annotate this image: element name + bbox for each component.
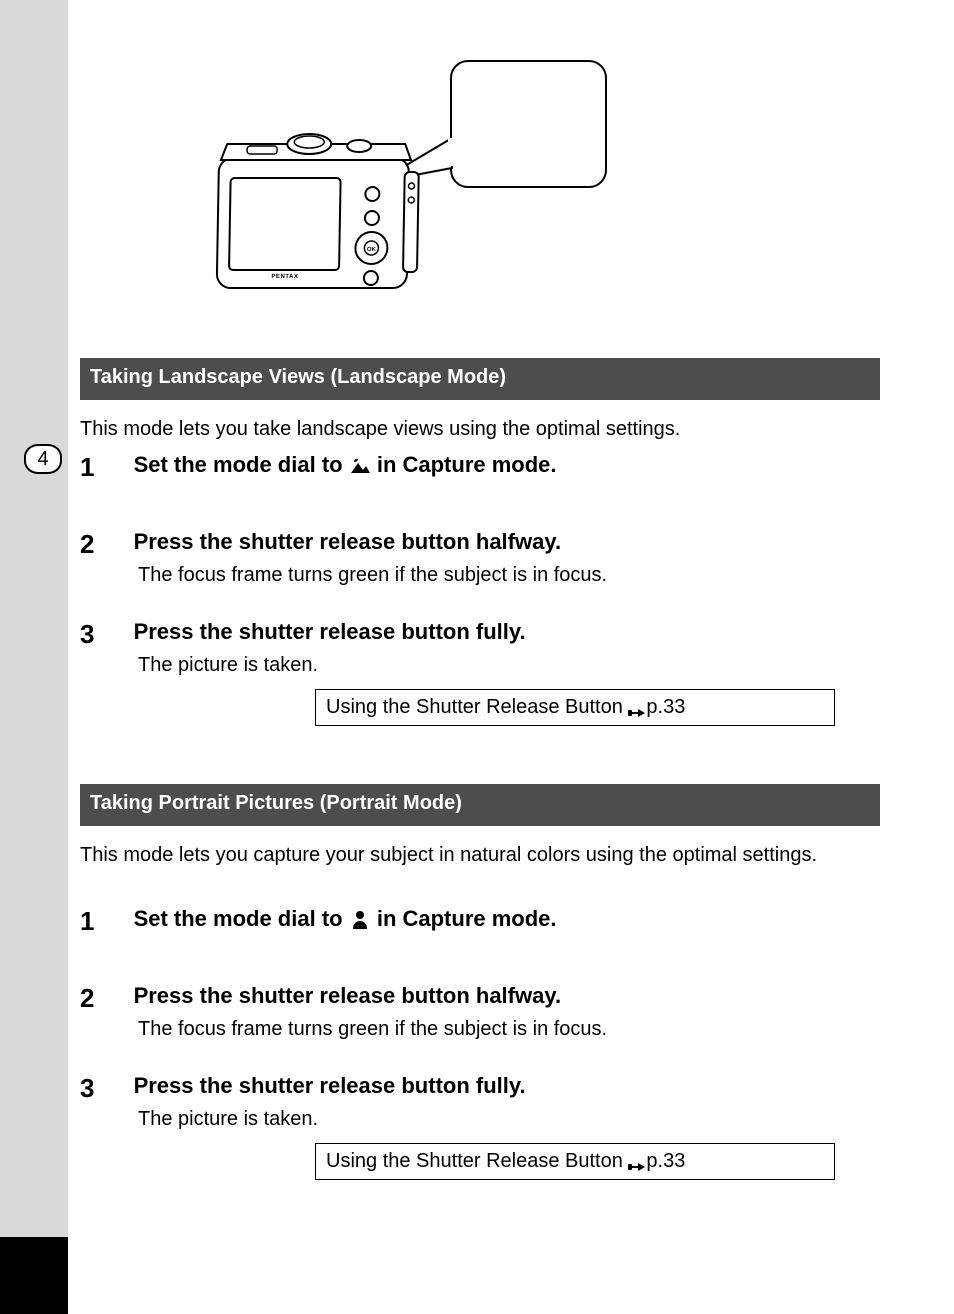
landscape-cross-ref: Using the Shutter Release Button p.33 (315, 689, 840, 726)
step-title: Press the shutter release button fully. (134, 1073, 526, 1098)
page-content: OK PENTAX (80, 0, 936, 1314)
landscape-step-3: 3 Press the shutter release button fully… (80, 617, 840, 679)
landscape-mode-icon (349, 455, 371, 477)
step-number: 1 (80, 450, 128, 485)
step-number: 2 (80, 527, 128, 562)
step-desc: The picture is taken. (138, 1106, 608, 1133)
callout-balloon (450, 60, 607, 188)
chapter-number-badge: 4 (24, 444, 62, 474)
portrait-cross-ref: Using the Shutter Release Button p.33 (315, 1143, 840, 1180)
landscape-section-title: Taking Landscape Views (Landscape Mode) (80, 358, 880, 400)
cross-ref-text: Using the Shutter Release Button (326, 1150, 623, 1172)
step-number: 3 (80, 1071, 128, 1106)
side-tab-grey (0, 0, 68, 1237)
portrait-step-2: 2 Press the shutter release button halfw… (80, 981, 840, 1043)
landscape-steps: 1 Set the mode dial to in Capture mode. (80, 450, 840, 726)
pointer-hand-icon (628, 1155, 646, 1169)
cross-ref-page: p.33 (646, 696, 685, 718)
portrait-intro: This mode lets you capture your subject … (80, 842, 870, 869)
cross-ref-text: Using the Shutter Release Button (326, 696, 623, 718)
cross-ref-box: Using the Shutter Release Button p.33 (315, 689, 835, 726)
portrait-step-3: 3 Press the shutter release button fully… (80, 1071, 840, 1133)
chapter-number: 4 (37, 448, 48, 470)
side-tab-black (0, 1237, 68, 1314)
step-desc: The focus frame turns green if the subje… (138, 1016, 608, 1043)
step-title-before: Set the mode dial to (134, 452, 349, 477)
pointer-hand-icon (628, 701, 646, 715)
step-number: 3 (80, 617, 128, 652)
step-title-before: Set the mode dial to (134, 906, 349, 931)
svg-text:PENTAX: PENTAX (271, 274, 298, 280)
step-title: Press the shutter release button fully. (134, 619, 526, 644)
portrait-mode-icon (349, 909, 371, 931)
portrait-step-1: 1 Set the mode dial to in Capture mode. (80, 904, 840, 939)
step-title-after: in Capture mode. (377, 906, 557, 931)
step-number: 2 (80, 981, 128, 1016)
portrait-steps: 1 Set the mode dial to in Capture mode. (80, 904, 840, 1180)
cross-ref-page: p.33 (646, 1150, 685, 1172)
portrait-section-title: Taking Portrait Pictures (Portrait Mode) (80, 784, 880, 826)
camera-illustration: OK PENTAX (210, 60, 610, 340)
step-title-after: in Capture mode. (377, 452, 557, 477)
step-title: Press the shutter release button halfway… (134, 529, 562, 554)
cross-ref-box: Using the Shutter Release Button p.33 (315, 1143, 835, 1180)
manual-page: 4 (0, 0, 954, 1314)
step-title: Set the mode dial to in Capture mode. (134, 906, 557, 931)
step-title: Press the shutter release button halfway… (134, 983, 562, 1008)
step-number: 1 (80, 904, 128, 939)
step-desc: The focus frame turns green if the subje… (138, 562, 608, 589)
landscape-step-1: 1 Set the mode dial to in Capture mode. (80, 450, 840, 485)
landscape-intro: This mode lets you take landscape views … (80, 416, 870, 443)
svg-text:OK: OK (367, 247, 377, 253)
camera-icon: OK PENTAX (210, 100, 425, 300)
step-title: Set the mode dial to in Capture mode. (134, 452, 557, 477)
landscape-step-2: 2 Press the shutter release button halfw… (80, 527, 840, 589)
step-desc: The picture is taken. (138, 652, 608, 679)
